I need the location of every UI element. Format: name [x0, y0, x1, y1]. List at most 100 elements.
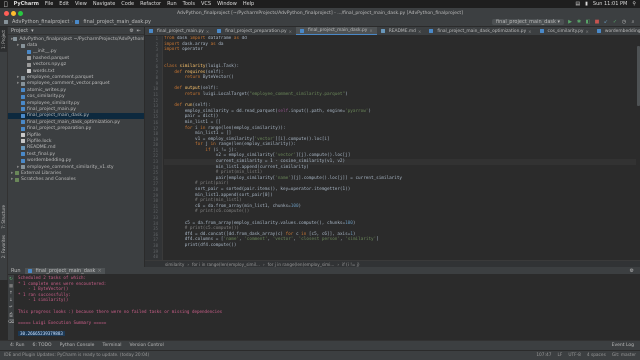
tool-button[interactable]: Terminal	[102, 343, 121, 348]
editor-tab[interactable]: README.md ×	[377, 27, 426, 35]
code-token: return	[164, 91, 203, 97]
menu-run[interactable]: Run	[167, 1, 177, 7]
nav-crumb-file[interactable]: final_project_main_dask.py	[83, 19, 151, 25]
file-icon	[149, 29, 153, 33]
tool-button[interactable]: Python Console	[60, 343, 95, 348]
tree-item-label: README.md	[27, 145, 56, 151]
code-editor[interactable]: from dask import dataframe as dd import d…	[164, 36, 636, 260]
gear-icon[interactable]: ⚙	[630, 268, 634, 274]
code-token: ][i].compute().loc[i]	[275, 136, 330, 142]
scroll-up-icon[interactable]: ↑	[9, 291, 13, 296]
close-icon[interactable]: ×	[418, 29, 421, 34]
close-window-button[interactable]	[4, 10, 9, 16]
menu-help[interactable]: Help	[243, 1, 254, 7]
status-item[interactable]: UTF-8	[568, 353, 581, 358]
editor-tab[interactable]: wordembedding.py×	[593, 27, 640, 35]
menu-file[interactable]: File	[45, 1, 53, 7]
status-item[interactable]: Git: master	[612, 353, 636, 358]
scrollbar-thumb[interactable]	[636, 46, 640, 106]
menu-pycharm[interactable]: PyCharm	[14, 1, 39, 7]
battery-icon[interactable]: ▮	[585, 1, 588, 7]
tool-button[interactable]: 4: Run	[10, 343, 24, 348]
search-icon[interactable]: ⚲	[632, 1, 636, 7]
structure-tool-tab[interactable]: 7: Structure	[0, 202, 7, 232]
run-output[interactable]: Scheduled 2 tasks of which: * 1 complete …	[15, 275, 640, 340]
menu-tools[interactable]: Tools	[183, 1, 195, 7]
soft-wrap-icon[interactable]: ↵	[9, 305, 13, 310]
chevron-down-icon[interactable]: ▾	[31, 28, 34, 34]
nav-crumb-project[interactable]: AdvPython_finalproject	[12, 19, 69, 25]
project-header-label[interactable]: Project	[11, 28, 28, 34]
vcs-commit-icon[interactable]: ✓	[612, 19, 618, 25]
gear-icon[interactable]: ⚙	[129, 28, 133, 34]
coverage-icon[interactable]: ◧	[585, 19, 591, 25]
file-icon	[217, 29, 222, 33]
trash-icon[interactable]: ⌫	[8, 320, 14, 325]
scroll-down-icon[interactable]: ↓	[9, 298, 13, 303]
breadcrumb-item[interactable]: similarity	[165, 262, 184, 267]
tab-label: cos_similarity.py	[547, 28, 584, 34]
close-icon[interactable]: ×	[97, 268, 101, 274]
status-item[interactable]: 107:47	[536, 353, 551, 358]
menu-vcs[interactable]: VCS	[201, 1, 211, 7]
toolbar: final_project_main_dask ▾ ▶ ✱ ◧ ■ ↙ ✓ ◷ …	[492, 19, 636, 25]
menu-window[interactable]: Window	[217, 1, 237, 7]
close-icon[interactable]: ×	[206, 29, 209, 34]
editor-tab[interactable]: final_project_main_dask_optimization.py ×	[425, 27, 535, 35]
project-tool-tab[interactable]: 1: Project	[0, 27, 7, 52]
breadcrumb-item[interactable]: for j in range(len(employ_simi...	[268, 262, 335, 267]
code-token: dask.array	[182, 41, 211, 47]
status-message[interactable]: IDE and Plugin Updates: PyCharm is ready…	[4, 353, 149, 358]
breadcrumb-item[interactable]: for i in range(len(employ_simil...	[192, 262, 260, 267]
menu-view[interactable]: View	[75, 1, 87, 7]
stop-icon[interactable]: ■	[9, 284, 13, 289]
minimize-window-button[interactable]	[11, 10, 16, 16]
zoom-window-button[interactable]	[18, 10, 23, 16]
code-token: min_list1 = []	[164, 131, 232, 137]
close-icon[interactable]: ×	[289, 29, 292, 34]
editor-scrollbar[interactable]	[636, 36, 640, 260]
tree-item[interactable]: ▸ AdvPython_finalproject ~/PycharmProject…	[8, 36, 144, 42]
apple-icon[interactable]: 	[4, 1, 8, 8]
close-icon[interactable]: ×	[586, 29, 589, 34]
favorites-tool-tab[interactable]: 2: Favorites	[0, 232, 7, 261]
hide-panel-icon[interactable]: ⇤	[137, 28, 141, 34]
history-icon[interactable]: ◷	[621, 19, 627, 25]
search-everywhere-icon[interactable]: ⌕	[630, 19, 636, 25]
menu-code[interactable]: Code	[121, 1, 134, 7]
tool-button[interactable]: Version Control	[130, 343, 164, 348]
vcs-update-icon[interactable]: ↙	[603, 19, 609, 25]
clock[interactable]: Sun 11:01 PM	[593, 1, 627, 7]
wifi-icon[interactable]: ▤	[575, 1, 580, 7]
tree-item-label: wordembedding.py	[27, 158, 72, 164]
code-token: return	[164, 75, 203, 81]
menu-refactor[interactable]: Refactor	[140, 1, 161, 7]
stop-icon[interactable]: ■	[594, 19, 600, 25]
rerun-icon[interactable]: ↻	[9, 277, 13, 282]
run-panel-header: Run final_project_main_dask × ⚙	[8, 267, 640, 275]
tree-item[interactable]: ▸ Scratches and Consoles	[8, 177, 144, 183]
code-token: sort_pair = sorted(pair.items(),	[164, 187, 281, 193]
event-log-button[interactable]: Event Log	[612, 343, 634, 348]
editor-tab[interactable]: cos_similarity.py ×	[536, 27, 593, 35]
tab-label: final_project_main_dask_optimization.py	[437, 28, 527, 34]
code-token: print(df4.compute())	[164, 242, 237, 248]
run-icon[interactable]: ▶	[567, 19, 573, 25]
editor-tab[interactable]: final_project_preparation.py ×	[213, 27, 296, 35]
menu-edit[interactable]: Edit	[59, 1, 69, 7]
project-tree: ▸ AdvPython_finalproject ~/PycharmProject…	[8, 35, 144, 183]
editor-tab[interactable]: final_project_main.py ×	[145, 27, 213, 35]
status-item[interactable]: 4 spaces	[587, 353, 606, 358]
status-item[interactable]: LF	[557, 353, 562, 358]
folder-icon	[4, 20, 8, 24]
run-config-tab[interactable]: final_project_main_dask ×	[24, 267, 105, 274]
editor-tab[interactable]: final_project_main_dask.py ×	[296, 27, 377, 35]
run-config-select[interactable]: final_project_main_dask ▾	[492, 19, 564, 25]
close-icon[interactable]: ×	[369, 28, 372, 33]
tool-button[interactable]: 6: TODO	[32, 343, 51, 348]
menu-navigate[interactable]: Navigate	[93, 1, 115, 7]
debug-icon[interactable]: ✱	[576, 19, 582, 25]
print-icon[interactable]: ⎙	[9, 312, 13, 318]
close-icon[interactable]: ×	[528, 29, 531, 34]
breadcrumb-item[interactable]: if (i != j)	[342, 262, 359, 267]
